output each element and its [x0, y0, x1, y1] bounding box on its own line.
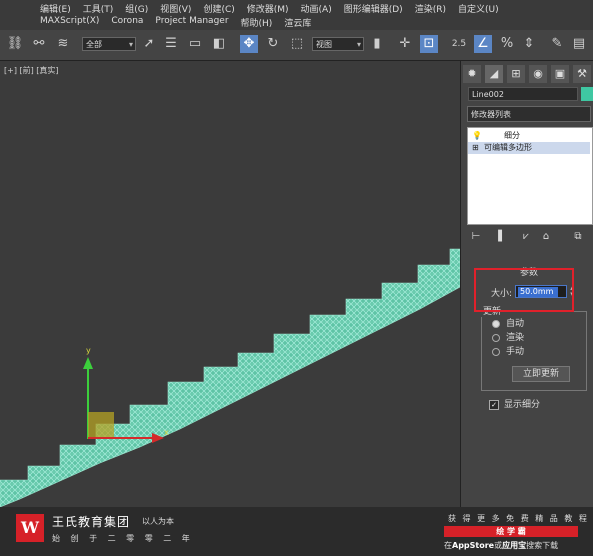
- rectangular-selection-icon[interactable]: ▭: [186, 35, 204, 53]
- brand-logo: W: [16, 514, 44, 542]
- menu-row-1: 编辑(E) 工具(T) 组(G) 视图(V) 创建(C) 修改器(M) 动画(A…: [40, 2, 499, 16]
- modifier-list-dropdown[interactable]: 修改器列表: [467, 106, 591, 122]
- select-manipulate-icon[interactable]: ✛: [396, 35, 414, 53]
- lightbulb-icon[interactable]: 💡: [472, 130, 482, 142]
- remove-modifier-icon[interactable]: ⌂: [539, 229, 553, 245]
- percent-snap-icon[interactable]: %: [498, 35, 516, 53]
- menu-rendering[interactable]: 渲染(R): [415, 2, 446, 16]
- select-and-scale-icon[interactable]: ⬚: [288, 35, 306, 53]
- menu-graph-editors[interactable]: 图形编辑器(D): [344, 2, 403, 16]
- main-toolbar: ⛓ ⚯ ≋ 全部 ➚ ☰ ▭ ◧ ✥ ↻ ⬚ 视图 ▮ ✛ ⊡ 2.5 ∠ % …: [0, 30, 593, 61]
- bind-space-warp-icon[interactable]: ≋: [54, 35, 72, 53]
- menu-corona[interactable]: Corona: [111, 16, 143, 30]
- menu-row-2: MAXScript(X) Corona Project Manager 帮助(H…: [40, 16, 311, 30]
- promo-download-text: 在AppStore或应用宝搜索下载: [444, 541, 559, 550]
- pin-stack-icon[interactable]: ⊢: [469, 229, 483, 245]
- menu-group[interactable]: 组(G): [125, 2, 148, 16]
- update-render-radio[interactable]: 渲染: [492, 330, 524, 343]
- menu-modifiers[interactable]: 修改器(M): [247, 2, 289, 16]
- menu-project-manager[interactable]: Project Manager: [155, 16, 228, 30]
- make-unique-icon[interactable]: ⩗: [519, 229, 533, 245]
- edit-named-selection-icon[interactable]: ✎: [548, 35, 566, 53]
- menu-maxscript[interactable]: MAXScript(X): [40, 16, 99, 30]
- menu-animation[interactable]: 动画(A): [301, 2, 332, 16]
- window-crossing-icon[interactable]: ◧: [210, 35, 228, 53]
- menu-create[interactable]: 创建(C): [203, 2, 234, 16]
- display-tab-icon[interactable]: ▣: [551, 65, 569, 83]
- watermark-band: W 王氏教育集团 以人为本 始 创 于 二 零 零 二 年 获 得 更 多 免 …: [0, 507, 593, 556]
- spinner-snap-icon[interactable]: ⇕: [520, 35, 538, 53]
- keyboard-shortcut-override-icon[interactable]: ⊡: [420, 35, 438, 53]
- stack-item-label: 细分: [504, 131, 520, 140]
- select-by-name-icon[interactable]: ☰: [162, 35, 180, 53]
- promo-app-name: 绘 学 霸: [444, 526, 578, 537]
- unlink-icon[interactable]: ⚯: [30, 35, 48, 53]
- menu-bar: 编辑(E) 工具(T) 组(G) 视图(V) 创建(C) 修改器(M) 动画(A…: [0, 0, 593, 30]
- brand-name: 王氏教育集团: [52, 515, 131, 529]
- object-name-field[interactable]: Line002: [468, 87, 578, 101]
- front-viewport[interactable]: [+] [前] [真实] y x: [0, 61, 460, 507]
- brand-founded: 始 创 于 二 零 零 二 年: [52, 534, 194, 543]
- radio-dot: [492, 333, 500, 342]
- motion-tab-icon[interactable]: ◉: [529, 65, 547, 83]
- menu-render-cloud[interactable]: 渲云库: [284, 16, 311, 30]
- menu-tools[interactable]: 工具(T): [83, 2, 114, 16]
- promo-text: 获 得 更 多 免 费 精 品 教 程: [448, 514, 589, 523]
- menu-help[interactable]: 帮助(H): [241, 16, 273, 30]
- object-color-swatch[interactable]: [581, 87, 593, 101]
- svg-text:y: y: [86, 346, 91, 355]
- menu-edit[interactable]: 编辑(E): [40, 2, 71, 16]
- stack-item-editable-poly[interactable]: ⊞ 可编辑多边形: [468, 142, 590, 154]
- modify-tab-icon[interactable]: ◢: [485, 65, 503, 83]
- reference-coordinate-dropdown[interactable]: 视图: [312, 37, 364, 52]
- configure-modifier-sets-icon[interactable]: ⧉: [571, 229, 585, 245]
- modifier-stack: 💡 细分 ⊞ 可编辑多边形: [467, 127, 593, 225]
- utilities-tab-icon[interactable]: ⚒: [573, 65, 591, 83]
- update-manual-radio[interactable]: 手动: [492, 344, 524, 357]
- named-selection-sets-icon[interactable]: ▤: [570, 35, 588, 53]
- hierarchy-tab-icon[interactable]: ⊞: [507, 65, 525, 83]
- update-group: 自动 渲染 手动 立即更新: [481, 311, 587, 391]
- gizmo-y-arrow[interactable]: [83, 357, 93, 369]
- staircase-mesh[interactable]: [0, 248, 460, 507]
- selection-filter-dropdown[interactable]: 全部: [82, 37, 136, 52]
- menu-customize[interactable]: 自定义(U): [458, 2, 499, 16]
- radio-dot: [492, 319, 500, 328]
- pivot-center-icon[interactable]: ▮: [368, 35, 386, 53]
- stack-item-label: 可编辑多边形: [484, 143, 532, 152]
- show-subdivision-checkbox[interactable]: ✓ 显示细分: [489, 397, 540, 410]
- select-and-move-icon[interactable]: ✥: [240, 35, 258, 53]
- annotation-highlight-box: [474, 268, 574, 312]
- angle-snap-icon[interactable]: ∠: [474, 35, 492, 53]
- show-end-result-icon[interactable]: ▌: [495, 229, 509, 245]
- svg-text:x: x: [164, 428, 169, 437]
- radio-dot: [492, 347, 500, 356]
- viewport-scene: y x: [0, 248, 460, 507]
- update-auto-radio[interactable]: 自动: [492, 316, 524, 329]
- snap-toggle-icon[interactable]: 2.5: [450, 35, 468, 53]
- update-now-button[interactable]: 立即更新: [512, 366, 570, 382]
- brand-slogan: 以人为本: [142, 517, 174, 526]
- expand-icon[interactable]: ⊞: [472, 142, 479, 154]
- select-and-rotate-icon[interactable]: ↻: [264, 35, 282, 53]
- stack-buttons: ⊢ ▌ ⩗ ⌂ ⧉: [467, 229, 591, 247]
- select-object-icon[interactable]: ➚: [140, 35, 158, 53]
- create-tab-icon[interactable]: ✹: [463, 65, 481, 83]
- link-icon[interactable]: ⛓: [6, 35, 24, 53]
- gizmo-xy-plane[interactable]: [88, 412, 114, 438]
- checkbox-box: ✓: [489, 399, 499, 410]
- menu-views[interactable]: 视图(V): [160, 2, 191, 16]
- stack-item-subdivide[interactable]: 💡 细分: [468, 130, 590, 142]
